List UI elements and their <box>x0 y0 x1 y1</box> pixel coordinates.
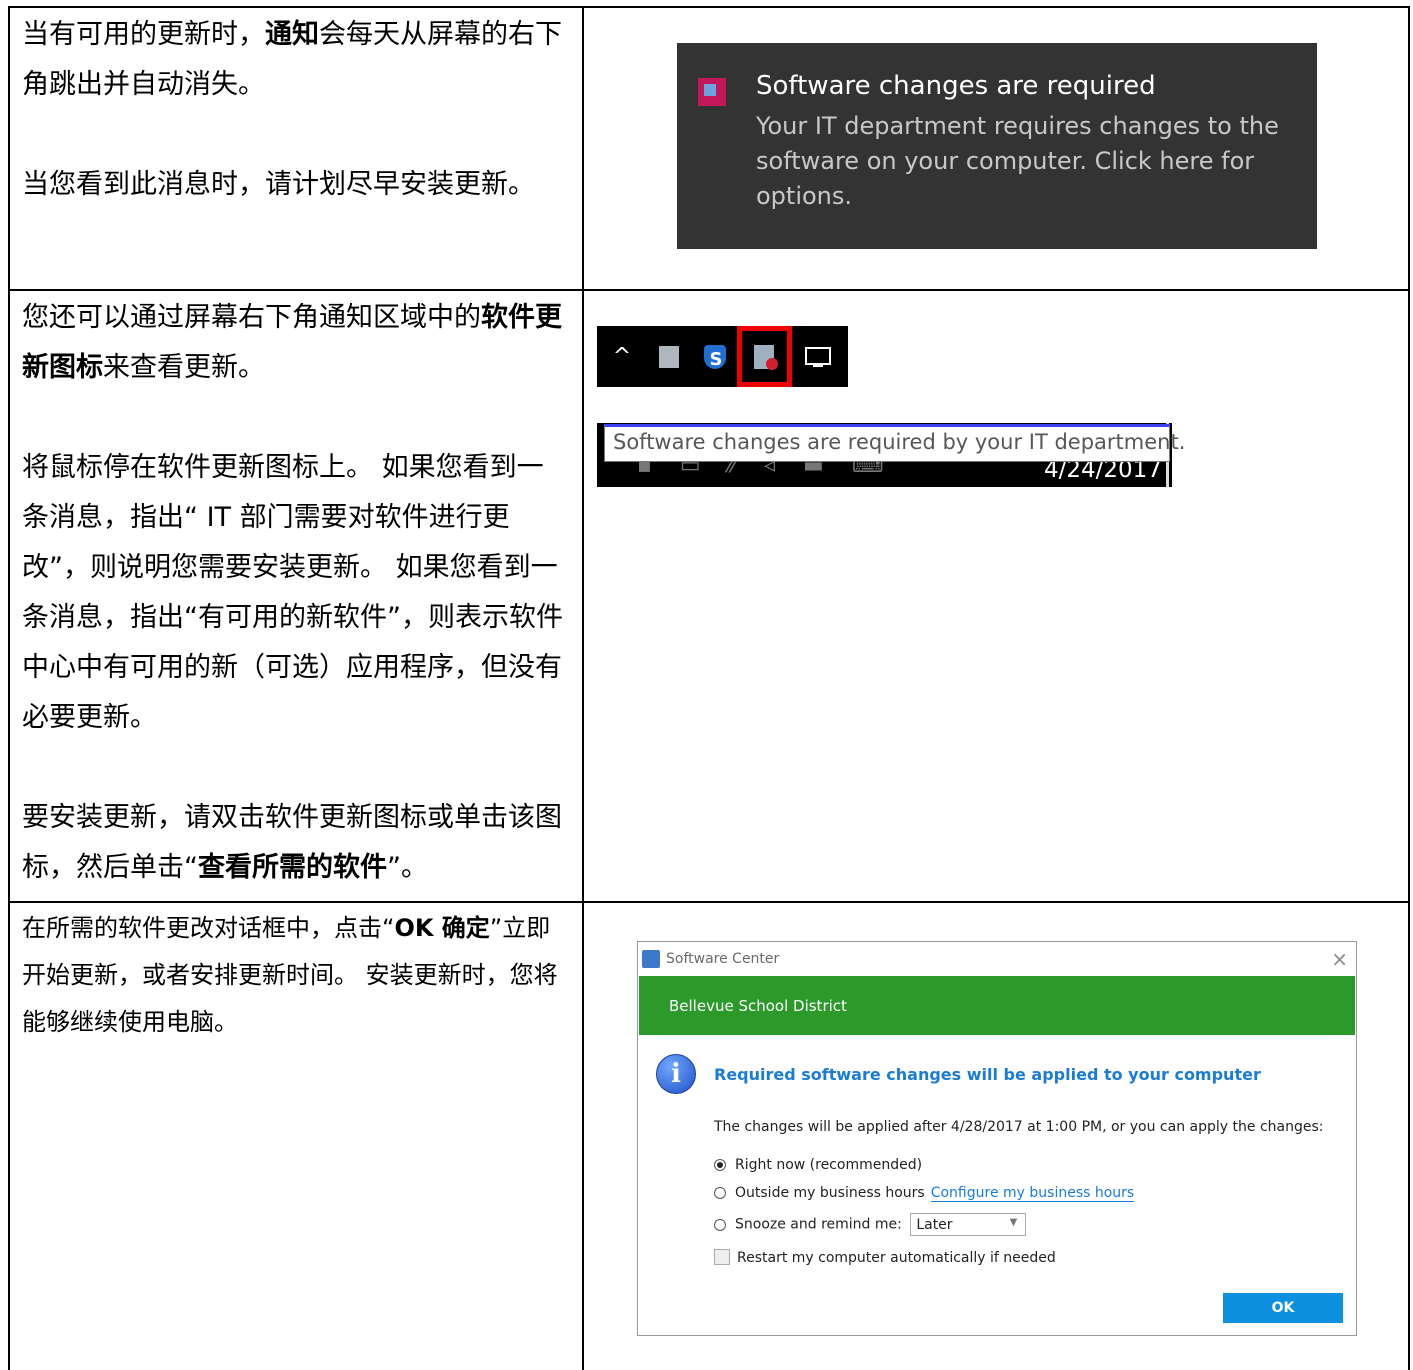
shield-s-icon[interactable]: S <box>701 342 731 372</box>
info-icon: i <box>656 1054 696 1094</box>
ok-button[interactable]: OK <box>1223 1293 1343 1323</box>
radio-snooze[interactable] <box>714 1218 726 1231</box>
configure-hours-link[interactable]: Configure my business hours <box>930 1185 1135 1202</box>
toast-body: Your IT department requires changes to t… <box>756 112 1279 210</box>
radio-right-now[interactable] <box>714 1159 726 1171</box>
row2-text: 您还可以通过屏幕右下角通知区域中的软件更新图标来查看更新。 将鼠标停在软件更新图… <box>22 293 567 893</box>
row1-text: 当有可用的更新时，通知会每天从屏幕的右下角跳出并自动消失。 当您看到此消息时，请… <box>22 10 567 210</box>
software-center-dialog: Software Center × Bellevue School Distri… <box>637 941 1357 1336</box>
option-snooze[interactable]: Snooze and remind me: Later ▼ <box>714 1213 1027 1236</box>
row2-para2: 将鼠标停在软件更新图标上。 如果您看到一条消息，指出“ IT 部门需要对软件进行… <box>22 452 563 733</box>
tooltip-text: Software changes are required by your IT… <box>613 430 1186 454</box>
table-border-right <box>1408 6 1410 1370</box>
table-border-row2 <box>8 901 1410 903</box>
dialog-title: Software Center <box>666 951 780 967</box>
option-restart[interactable]: Restart my computer automatically if nee… <box>714 1249 1056 1266</box>
close-icon[interactable]: × <box>1331 947 1348 971</box>
chevron-down-icon: ▼ <box>1009 1217 1018 1228</box>
snooze-select[interactable]: Later ▼ <box>910 1213 1027 1236</box>
software-center-icon <box>698 78 726 106</box>
table-border-top <box>8 6 1410 8</box>
row3-text: 在所需的软件更改对话框中，点击“OK 确定”立即开始更新，或者安排更新时间。 安… <box>22 905 567 1046</box>
table-border-middle <box>582 6 584 1370</box>
network-icon[interactable] <box>801 342 835 372</box>
radio-outside-hours[interactable] <box>714 1187 726 1199</box>
toast-title: Software changes are required <box>756 71 1156 101</box>
row2-para3: 要安装更新，请双击软件更新图标或单击该图标，然后单击“查看所需的软件”。 <box>22 802 562 883</box>
row2-para1: 您还可以通过屏幕右下角通知区域中的软件更新图标来查看更新。 <box>22 302 562 383</box>
table-border-row1 <box>8 289 1410 291</box>
chevron-up-icon[interactable]: ^ <box>605 342 639 372</box>
restart-checkbox[interactable] <box>714 1249 730 1265</box>
taskbar-tray: ^ S <box>597 326 848 387</box>
table-border-left <box>8 6 10 1370</box>
option-outside-hours[interactable]: Outside my business hours Configure my bu… <box>714 1185 1135 1202</box>
row1-para2: 当您看到此消息时，请计划尽早安装更新。 <box>22 169 535 200</box>
software-center-icon <box>642 950 660 968</box>
org-name: Bellevue School District <box>669 997 847 1015</box>
row1-para1: 当有可用的更新时，通知会每天从屏幕的右下角跳出并自动消失。 <box>22 19 562 100</box>
magnifier-icon[interactable] <box>655 342 687 372</box>
highlight-box <box>737 326 792 387</box>
toast-notification[interactable]: Software changes are required Your IT de… <box>677 43 1317 249</box>
dialog-description: The changes will be applied after 4/28/2… <box>714 1119 1324 1135</box>
row3-para1: 在所需的软件更改对话框中，点击“OK 确定”立即开始更新，或者安排更新时间。 安… <box>22 914 558 1036</box>
dialog-org-banner: Bellevue School District <box>639 976 1355 1035</box>
dialog-heading: Required software changes will be applie… <box>714 1065 1261 1084</box>
tray-tooltip: Software changes are required by your IT… <box>604 424 1185 462</box>
option-right-now[interactable]: Right now (recommended) <box>714 1157 922 1173</box>
